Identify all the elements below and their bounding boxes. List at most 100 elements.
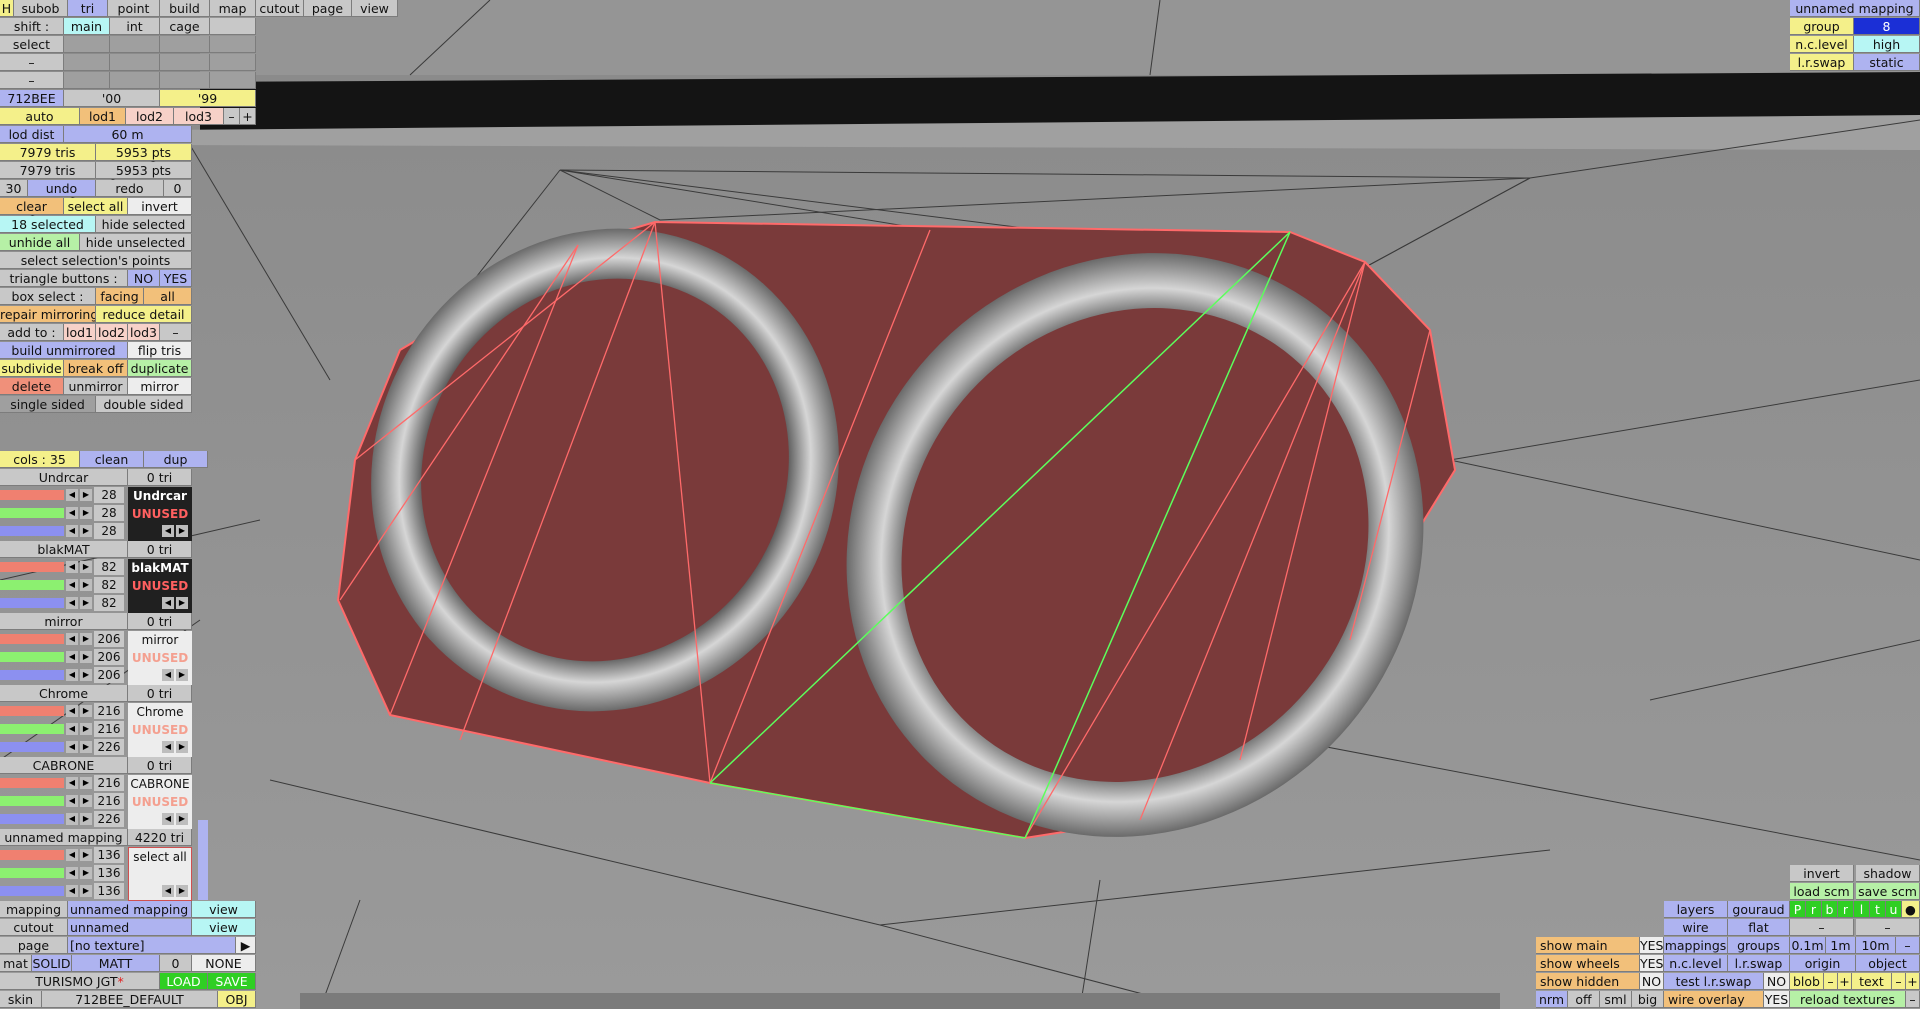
lod-auto[interactable]: auto xyxy=(0,108,80,125)
h-badge[interactable]: H xyxy=(0,0,14,17)
tab-map[interactable]: map xyxy=(210,0,256,17)
channel-value[interactable]: 28 xyxy=(94,523,124,539)
blob-minus[interactable]: – xyxy=(1824,973,1838,990)
channel-value[interactable]: 82 xyxy=(94,577,124,593)
tab-tri[interactable]: tri xyxy=(68,0,108,17)
layer-toggle[interactable]: r xyxy=(1838,901,1854,918)
clear-button[interactable]: clear xyxy=(0,198,64,215)
mappings-button[interactable]: mappings xyxy=(1664,937,1728,954)
tab-subob[interactable]: subob xyxy=(14,0,68,17)
layer-toggle[interactable]: u xyxy=(1886,901,1902,918)
increment-icon[interactable]: ▶ xyxy=(80,525,92,537)
size-nrm[interactable]: nrm xyxy=(1536,991,1568,1008)
channel-slider[interactable] xyxy=(0,778,64,788)
wire-button[interactable]: wire xyxy=(1664,919,1728,936)
nclevel-button[interactable]: n.c.level xyxy=(1664,955,1728,972)
mat-matt-button[interactable]: MATT xyxy=(72,955,160,972)
layer-toggle[interactable]: r xyxy=(1806,901,1822,918)
test-lrswap-toggle[interactable]: NO xyxy=(1764,973,1790,990)
lrswap-value[interactable]: static xyxy=(1854,54,1920,71)
select-points-button[interactable]: select selection's points xyxy=(0,252,192,269)
size-off[interactable]: off xyxy=(1568,991,1600,1008)
swatch-prev-icon[interactable]: ◀ xyxy=(162,813,174,825)
channel-slider[interactable] xyxy=(0,886,64,896)
tab-point[interactable]: point xyxy=(108,0,160,17)
flat-button[interactable]: flat xyxy=(1728,919,1790,936)
lod-plus[interactable]: + xyxy=(240,108,256,125)
channel-slider[interactable] xyxy=(0,580,64,590)
material-name[interactable]: Undrcar xyxy=(0,469,128,486)
material-scrollbar[interactable] xyxy=(198,820,208,900)
select-all-button[interactable]: select all xyxy=(64,198,128,215)
unmirror-button[interactable]: unmirror xyxy=(64,378,128,395)
increment-icon[interactable]: ▶ xyxy=(80,579,92,591)
page-next-icon[interactable]: ▶ xyxy=(236,937,256,954)
layer-toggle[interactable]: t xyxy=(1870,901,1886,918)
increment-icon[interactable]: ▶ xyxy=(80,777,92,789)
layers-button[interactable]: layers xyxy=(1664,901,1728,918)
swatch-prev-icon[interactable]: ◀ xyxy=(162,597,174,609)
show-wheels-toggle[interactable]: YES xyxy=(1640,955,1664,972)
select-slot-1[interactable] xyxy=(64,36,110,53)
channel-slider[interactable] xyxy=(0,562,64,572)
repair-mirroring-button[interactable]: repair mirroring xyxy=(0,306,96,323)
channel-slider[interactable] xyxy=(0,796,64,806)
channel-value[interactable]: 216 xyxy=(94,721,124,737)
build-unmirrored-button[interactable]: build unmirrored xyxy=(0,342,128,359)
increment-icon[interactable]: ▶ xyxy=(80,867,92,879)
shift-int[interactable]: int xyxy=(110,18,160,35)
slot-b2[interactable] xyxy=(110,72,160,89)
channel-slider[interactable] xyxy=(0,814,64,824)
channel-value[interactable]: 136 xyxy=(94,883,124,899)
delete-button[interactable]: delete xyxy=(0,378,64,395)
swatch-next-icon[interactable]: ▶ xyxy=(176,885,188,897)
select-slot-2[interactable] xyxy=(110,36,160,53)
decrement-icon[interactable]: ◀ xyxy=(66,489,78,501)
mapping-title[interactable]: unnamed mapping xyxy=(1790,0,1920,17)
increment-icon[interactable]: ▶ xyxy=(80,651,92,663)
decrement-icon[interactable]: ◀ xyxy=(66,723,78,735)
increment-icon[interactable]: ▶ xyxy=(80,885,92,897)
shift-main[interactable]: main xyxy=(64,18,110,35)
decrement-icon[interactable]: ◀ xyxy=(66,867,78,879)
single-sided-button[interactable]: single sided xyxy=(0,396,96,413)
increment-icon[interactable]: ▶ xyxy=(80,813,92,825)
channel-value[interactable]: 136 xyxy=(94,865,124,881)
size-big[interactable]: big xyxy=(1632,991,1664,1008)
box-select-facing[interactable]: facing xyxy=(96,288,144,305)
decrement-icon[interactable]: ◀ xyxy=(66,633,78,645)
load-button[interactable]: LOAD xyxy=(160,973,208,990)
increment-icon[interactable]: ▶ xyxy=(80,507,92,519)
channel-slider[interactable] xyxy=(0,490,64,500)
cutout-view-button[interactable]: view xyxy=(192,919,256,936)
year-start[interactable]: '00 xyxy=(64,90,160,107)
add-minus[interactable]: – xyxy=(160,324,192,341)
slot-a1[interactable] xyxy=(64,54,110,71)
tab-build[interactable]: build xyxy=(160,0,210,17)
slot-a3[interactable] xyxy=(160,54,210,71)
decrement-icon[interactable]: ◀ xyxy=(66,561,78,573)
decrement-icon[interactable]: ◀ xyxy=(66,795,78,807)
channel-slider[interactable] xyxy=(0,526,64,536)
mat-none[interactable]: NONE xyxy=(192,955,256,972)
cols-dup-button[interactable]: dup xyxy=(144,451,208,468)
lod1-button[interactable]: lod1 xyxy=(80,108,126,125)
tri-buttons-no[interactable]: NO xyxy=(128,270,160,287)
group-value[interactable]: 8 xyxy=(1854,18,1920,35)
decrement-icon[interactable]: ◀ xyxy=(66,705,78,717)
groups-button[interactable]: groups xyxy=(1728,937,1790,954)
channel-value[interactable]: 82 xyxy=(94,559,124,575)
swatch-prev-icon[interactable]: ◀ xyxy=(162,741,174,753)
decrement-icon[interactable]: ◀ xyxy=(66,849,78,861)
channel-value[interactable]: 216 xyxy=(94,703,124,719)
add-lod3[interactable]: lod3 xyxy=(128,324,160,341)
obj-button[interactable]: OBJ xyxy=(218,991,256,1008)
lod-dist-value[interactable]: 60 m xyxy=(64,126,192,143)
gouraud-button[interactable]: gouraud xyxy=(1728,901,1790,918)
redo-button[interactable]: redo xyxy=(96,180,164,197)
layer-dot-icon[interactable]: ● xyxy=(1902,901,1920,918)
material-name[interactable]: blakMAT xyxy=(0,541,128,558)
layer-toggle[interactable]: P xyxy=(1790,901,1806,918)
channel-slider[interactable] xyxy=(0,868,64,878)
increment-icon[interactable]: ▶ xyxy=(80,669,92,681)
